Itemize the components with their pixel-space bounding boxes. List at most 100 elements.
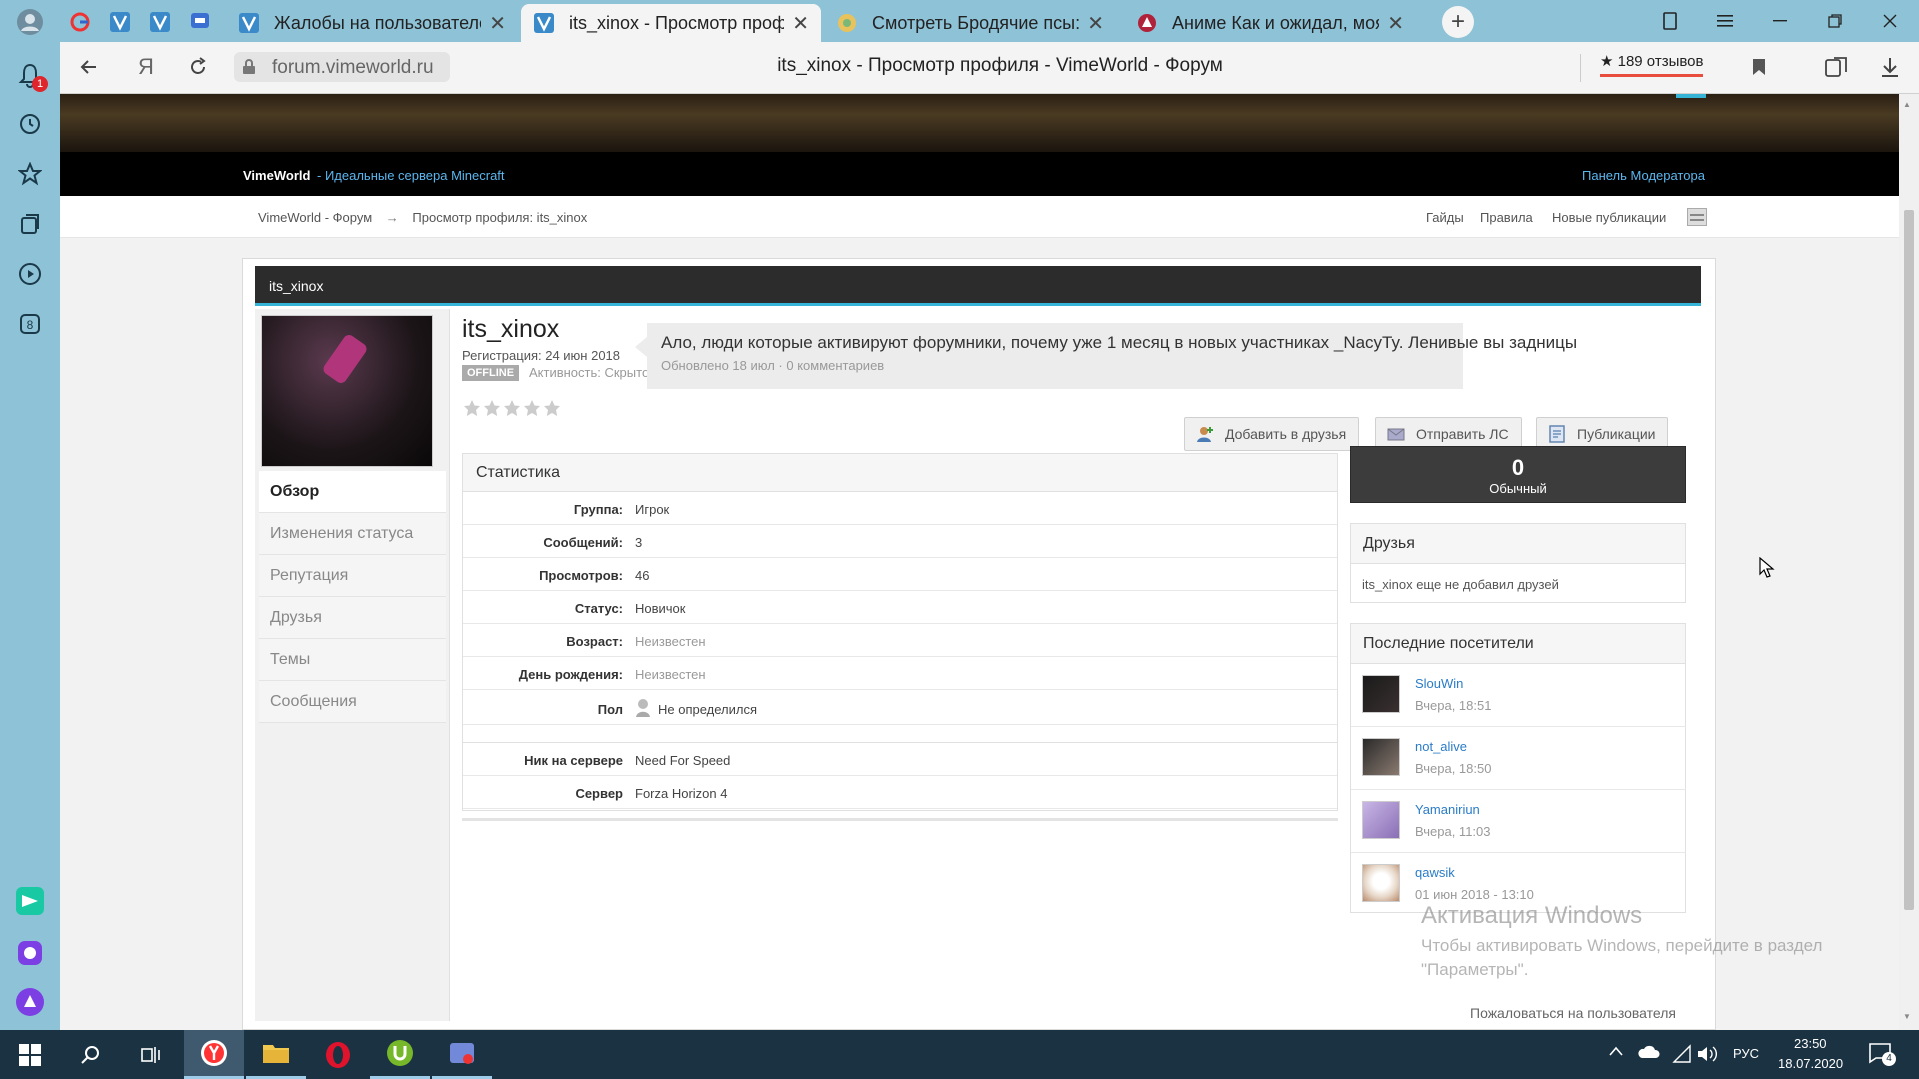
add-friend-button[interactable]: Добавить в друзья [1184,417,1360,451]
extensions-icon[interactable] [1824,56,1848,78]
menu-friends[interactable]: Друзья [259,597,446,639]
report-user-link[interactable]: Пожаловаться на пользователя [1470,1005,1676,1021]
scrollbar-thumb[interactable] [1904,210,1914,910]
tab-anime[interactable]: Аниме Как и ожидал, моя ш ✕ [1124,4,1416,42]
send-pm-label: Отправить ЛС [1416,426,1509,442]
action-center-icon[interactable]: 4 [1868,1042,1896,1066]
svg-text:8: 8 [27,318,34,332]
visitor-name[interactable]: not_alive [1415,739,1467,754]
tab-stray-dogs[interactable]: Смотреть Бродячие псы: Ли ✕ [824,4,1116,42]
star-empty-icon [504,400,520,416]
visitor-avatar[interactable] [1362,738,1400,776]
vimeworld-pinned-tab-1[interactable] [106,8,134,36]
visitor-avatar[interactable] [1362,675,1400,713]
visitor-name[interactable]: SlouWin [1415,676,1463,691]
bookmark-icon[interactable] [1752,58,1766,76]
onedrive-cloud-icon[interactable] [1636,1044,1660,1060]
tray-chevron-icon[interactable] [1608,1045,1624,1057]
games-app-icon[interactable] [14,937,46,969]
google-pinned-tab[interactable] [66,8,94,36]
stat-label: Ник на сервере [524,753,623,768]
taskbar-utorrent[interactable] [370,1030,430,1079]
language-indicator[interactable]: РУС [1733,1046,1759,1061]
app-window-icon [450,1043,474,1064]
notifications-icon[interactable]: 1 [14,59,48,92]
menu-topics[interactable]: Темы [259,639,446,681]
star-empty-icon [484,400,500,416]
status-meta[interactable]: Обновлено 18 июл · 0 комментариев [661,358,884,373]
taskbar-discord-app[interactable] [432,1030,492,1079]
menu-posts[interactable]: Сообщения [259,681,446,723]
nav-guides[interactable]: Гайды [1426,210,1464,225]
counter-8-icon[interactable]: 8 [14,308,46,340]
profile-avatar[interactable] [261,315,433,467]
reload-icon[interactable] [188,57,208,77]
new-tab-button[interactable]: + [1442,6,1474,38]
visitor-name[interactable]: Yamaniriun [1415,802,1480,817]
visitor-item[interactable]: SlouWin Вчера, 18:51 [1351,664,1686,727]
start-button[interactable] [0,1030,60,1079]
layout-toggle-icon[interactable] [1687,208,1707,226]
nav-rules[interactable]: Правила [1480,210,1533,225]
close-window-button[interactable] [1870,6,1910,36]
network-icon[interactable] [1672,1044,1692,1064]
page-scrollbar[interactable]: ▲ ▼ [1899,94,1919,1030]
rating-stars[interactable] [463,399,561,417]
breadcrumb-arrow: → [385,210,399,225]
site-tagline[interactable]: - Идеальные сервера Minecraft [317,168,505,183]
tab-profile[interactable]: its_xinox - Просмотр профи ✕ [521,4,821,42]
search-button[interactable] [60,1030,120,1079]
favorites-star-icon[interactable] [14,158,46,190]
scroll-up-icon[interactable]: ▲ [1903,100,1911,109]
vimeworld-pinned-tab-2[interactable] [146,8,174,36]
task-view-button[interactable] [120,1030,180,1079]
tab-close-icon[interactable]: ✕ [792,11,809,36]
moderator-panel-link[interactable]: Панель Модератора [1582,168,1705,183]
nav-new-posts[interactable]: Новые публикации [1552,210,1666,225]
history-icon[interactable] [14,108,46,140]
download-icon[interactable] [1880,56,1900,78]
tabs-overview-icon[interactable] [1650,6,1690,36]
action-center-count: 4 [1882,1052,1896,1066]
site-brand[interactable]: VimeWorld [243,168,310,183]
taskbar-file-explorer[interactable] [246,1030,306,1079]
visitor-avatar[interactable] [1362,864,1400,902]
star-empty-icon [544,400,560,416]
tab-close-icon[interactable]: ✕ [489,11,506,36]
clock-date[interactable]: 18.07.2020 [1778,1056,1843,1071]
scroll-down-icon[interactable]: ▼ [1903,1012,1911,1021]
url-pill[interactable]: forum.vimeworld.ru [234,52,450,82]
taskbar-opera[interactable] [308,1030,368,1079]
messenger-pinned-tab[interactable] [186,8,214,36]
taskbar-yandex-browser[interactable] [184,1030,244,1079]
messenger-app-icon[interactable] [14,885,46,917]
stat-row-views: Просмотров: 46 [463,558,1337,591]
volume-icon[interactable] [1696,1044,1718,1064]
collections-icon[interactable] [14,208,46,240]
status-bubble: Ало, люди которые активируют форумники, … [635,323,1577,389]
document-icon [1549,425,1565,443]
breadcrumb-home[interactable]: VimeWorld - Форум [258,210,372,225]
reviews-badge[interactable]: ★ 189 отзывов [1600,52,1704,77]
restore-button[interactable] [1815,6,1855,36]
visitor-item[interactable]: Yamaniriun Вчера, 11:03 [1351,790,1686,853]
menu-icon[interactable] [1705,6,1745,36]
visitor-name[interactable]: qawsik [1415,865,1455,880]
video-play-icon[interactable] [14,258,46,290]
visitor-item[interactable]: not_alive Вчера, 18:50 [1351,727,1686,790]
menu-reputation[interactable]: Репутация [259,555,446,597]
menu-status-changes[interactable]: Изменения статуса [259,513,446,555]
profile-avatar-icon[interactable] [14,6,46,38]
minimize-button[interactable] [1760,6,1800,36]
visitor-avatar[interactable] [1362,801,1400,839]
stat-row-age: Возраст: Неизвестен [463,624,1337,657]
menu-overview[interactable]: Обзор [259,471,446,513]
clock-time[interactable]: 23:50 [1794,1036,1827,1051]
visitor-time: Вчера, 11:03 [1415,824,1491,839]
back-icon[interactable] [78,56,100,78]
alice-assistant-icon[interactable] [14,986,46,1018]
tab-complaints[interactable]: Жалобы на пользователей ✕ [226,4,518,42]
tab-close-icon[interactable]: ✕ [1087,11,1104,36]
tab-close-icon[interactable]: ✕ [1387,11,1404,36]
yandex-logo-icon[interactable]: Я [138,54,154,80]
